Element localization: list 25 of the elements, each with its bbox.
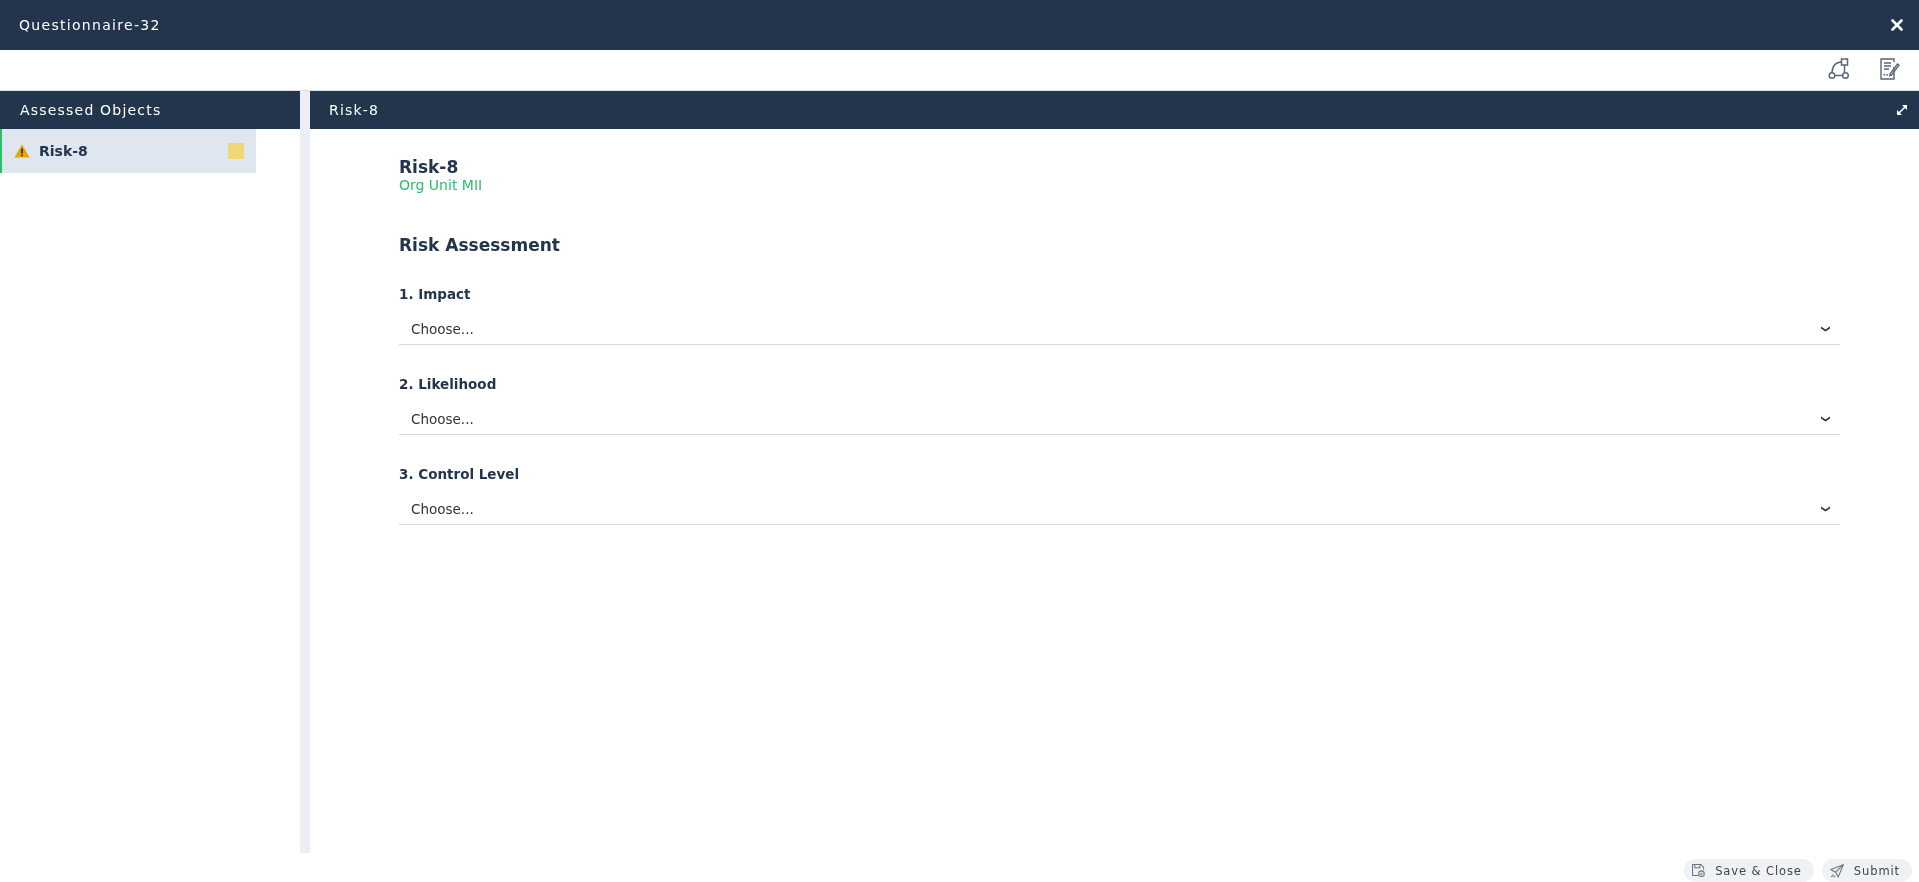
save-icon xyxy=(1692,864,1706,877)
chevron-down-icon xyxy=(1821,506,1830,512)
list-item[interactable]: Risk-8 xyxy=(0,129,256,173)
close-icon[interactable] xyxy=(1891,19,1903,31)
paper-plane-icon xyxy=(1829,863,1844,878)
question-label: 3. Control Level xyxy=(399,465,521,483)
save-close-button[interactable]: Save & Close xyxy=(1684,859,1814,882)
window-title: Questionnaire-32 xyxy=(19,17,161,33)
panel-header: Assessed Objects xyxy=(0,91,300,129)
section-title: Risk Assessment xyxy=(399,235,561,255)
expand-icon[interactable] xyxy=(1896,104,1908,116)
chevron-down-icon xyxy=(1821,416,1830,422)
chevron-down-icon xyxy=(1821,326,1830,332)
select-field[interactable]: Choose... xyxy=(399,494,1840,525)
workflow-icon[interactable] xyxy=(1828,58,1850,80)
warning-icon xyxy=(14,144,30,158)
document-edit-icon[interactable] xyxy=(1880,58,1900,80)
panel-title: Risk-8 xyxy=(329,102,380,118)
submit-button[interactable]: Submit xyxy=(1821,859,1912,882)
question-label: 2. Likelihood xyxy=(399,375,498,393)
question-label: 1. Impact xyxy=(399,285,472,303)
object-title: Risk-8 xyxy=(399,157,460,177)
select-field[interactable]: Choose... xyxy=(399,404,1840,435)
org-unit-label: Org Unit MII xyxy=(399,177,484,193)
select-field[interactable]: Choose... xyxy=(399,314,1840,345)
